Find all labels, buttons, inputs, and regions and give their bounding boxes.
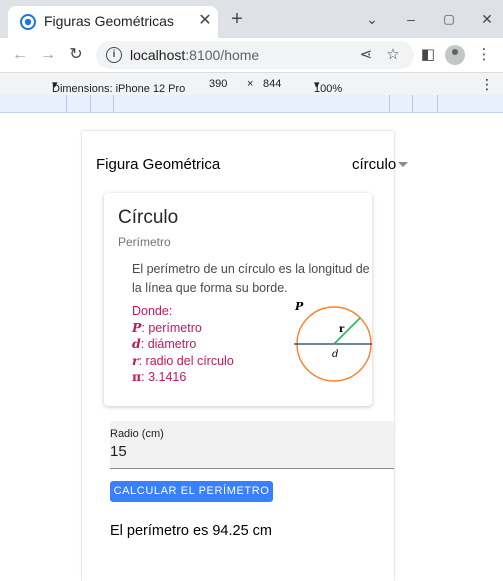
radius-input-label: Radio (cm): [110, 428, 164, 440]
minimize-icon[interactable]: –: [402, 10, 420, 28]
diagram-perimeter-label: P: [294, 301, 304, 313]
legend-item: d: diámetro: [132, 336, 234, 353]
side-panel-icon[interactable]: ◧: [418, 45, 438, 65]
favicon-icon: [20, 14, 36, 30]
app-content: Figura Geométrica círculo Círculo Períme…: [82, 131, 408, 581]
calculate-perimeter-button[interactable]: CALCULAR EL PERÍMETRO: [110, 481, 273, 502]
back-icon[interactable]: ←: [10, 45, 30, 65]
device-height[interactable]: 844: [263, 78, 281, 90]
tab-strip: Figuras Geométricas ✕ + ⌄ – ▢ ✕: [0, 0, 503, 38]
legend-heading: Donde:: [132, 304, 173, 318]
url-host: localhost: [130, 47, 186, 63]
tab-search-icon[interactable]: ⌄: [363, 10, 381, 28]
tab-title: Figuras Geométricas: [44, 13, 174, 29]
shape-select[interactable]: círculo: [352, 156, 396, 173]
page-viewport: Figura Geométrica círculo Círculo Períme…: [0, 113, 503, 581]
radius-line: [333, 317, 361, 345]
media-query-ruler[interactable]: [0, 95, 503, 113]
card-title: Círculo: [118, 207, 179, 228]
url-text: localhost:8100/home: [130, 47, 259, 63]
device-width[interactable]: 390: [209, 78, 227, 90]
card-description: El perímetro de un círculo es la longitu…: [132, 262, 370, 295]
shape-select-label: Figura Geométrica: [96, 156, 221, 173]
perimeter-result: El perímetro es 94.25 cm: [110, 523, 272, 539]
site-info-icon[interactable]: i: [106, 47, 122, 63]
radius-input[interactable]: 15: [110, 443, 127, 460]
menu-kebab-icon[interactable]: ⋮: [474, 45, 494, 65]
new-tab-icon[interactable]: +: [228, 9, 246, 29]
diagram-radius-label: r: [339, 324, 345, 335]
device-select[interactable]: Dimensions: iPhone 12 Pro ▾: [52, 78, 185, 95]
browser-toolbar: ← → ↻ i localhost:8100/home ⋖ ☆ ◧ ⋮: [0, 38, 503, 72]
radius-input-field[interactable]: Radio (cm) 15: [110, 421, 394, 469]
device-toolbar: Dimensions: iPhone 12 Pro ▾ 390 × 844 10…: [0, 72, 503, 95]
close-window-icon[interactable]: ✕: [478, 10, 496, 28]
legend-text: : 3.1416: [141, 370, 187, 384]
legend-symbol: r: [132, 352, 139, 368]
diagram-diameter-label: d: [332, 349, 338, 360]
dimension-separator: ×: [247, 78, 254, 90]
forward-icon[interactable]: →: [38, 45, 58, 65]
legend-text: : perímetro: [141, 320, 202, 335]
legend-item: r: radio del círculo: [132, 353, 234, 370]
circle-diagram: P r d: [294, 301, 372, 382]
legend-symbol: P: [132, 319, 142, 335]
device-dimensions-label: Dimensions: iPhone 12 Pro: [52, 83, 186, 95]
legend-item: π: 3.1416: [132, 369, 234, 386]
formula-legend: Donde: P: perímetro d: diámetro r: radio…: [132, 304, 234, 386]
profile-avatar[interactable]: [445, 45, 465, 65]
chevron-down-icon[interactable]: [398, 162, 408, 167]
legend-item: P: perímetro: [132, 320, 234, 337]
legend-text: : diámetro: [140, 337, 197, 351]
bookmark-star-icon[interactable]: ☆: [383, 45, 403, 65]
legend-symbol: d: [132, 336, 141, 351]
reload-icon[interactable]: ↻: [66, 45, 86, 65]
browser-tab[interactable]: Figuras Geométricas ✕: [8, 6, 218, 38]
legend-text: : radio del círculo: [138, 353, 234, 368]
close-tab-icon[interactable]: ✕: [197, 13, 213, 29]
share-icon[interactable]: ⋖: [356, 45, 376, 65]
url-path: :8100/home: [185, 47, 260, 63]
zoom-select[interactable]: 100% ▾: [314, 78, 342, 95]
devtools-more-icon[interactable]: ⋮: [480, 76, 494, 93]
maximize-icon[interactable]: ▢: [440, 10, 458, 28]
card-subtitle: Perímetro: [118, 235, 171, 249]
zoom-value: 100%: [314, 83, 343, 95]
shape-info-card: Círculo Perímetro El perímetro de un cír…: [104, 193, 372, 406]
legend-symbol: π: [132, 369, 142, 384]
